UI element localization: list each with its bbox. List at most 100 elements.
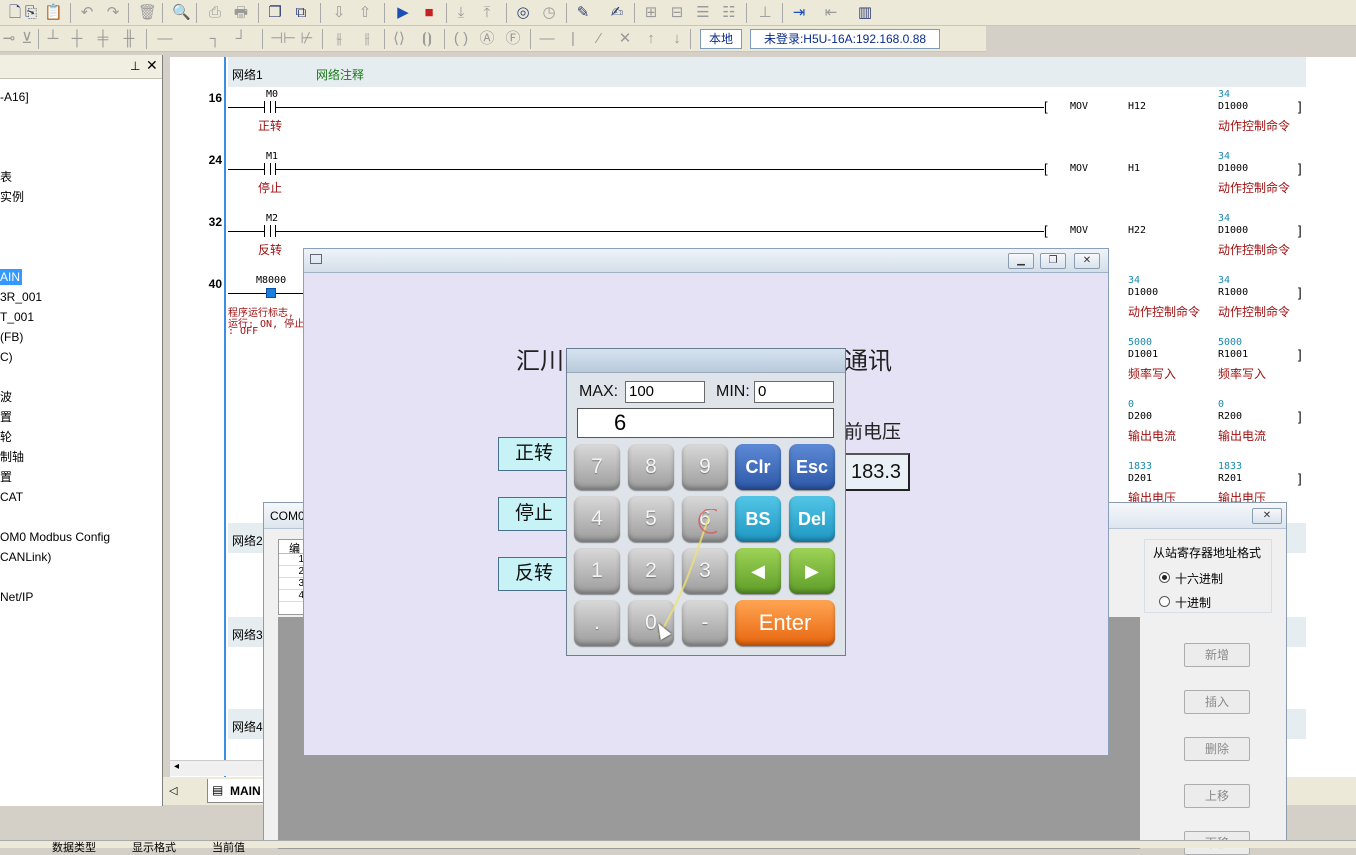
tree-item[interactable]: 表 [0, 169, 12, 185]
arrow-up-icon[interactable]: ↑ [642, 30, 660, 48]
branch-b-icon[interactable]: ┼ [68, 30, 86, 48]
contact-up-icon[interactable]: ⊸ [0, 30, 18, 48]
download-icon[interactable]: ⇩ [330, 4, 348, 22]
tab-main[interactable]: ▤ MAIN [207, 779, 271, 803]
window-export-icon[interactable]: ⧉ [292, 4, 310, 22]
text-a-icon[interactable]: Ⓐ [478, 30, 496, 48]
instruction[interactable]: MOV [1070, 101, 1088, 112]
operand-source[interactable]: D1000 [1128, 287, 1158, 298]
operand-dest[interactable]: R1000 [1218, 287, 1248, 298]
scroll-left-icon[interactable]: ◂ [174, 761, 179, 772]
operand-dest[interactable]: D1000 [1218, 225, 1248, 236]
monitor-icon[interactable]: ◎ [514, 4, 532, 22]
instruction[interactable]: MOV [1070, 225, 1088, 236]
redo-icon[interactable]: ↷ [104, 4, 122, 22]
print-preview-icon[interactable]: ⎙ [206, 4, 224, 22]
coil-no-icon[interactable]: ⊣⊢ [270, 30, 296, 48]
tree-item[interactable]: -A16] [0, 89, 29, 105]
dialog-action-button[interactable]: 删除 [1184, 737, 1250, 761]
contact-symbol[interactable] [264, 101, 276, 113]
cursor-left-key[interactable]: ◀ [735, 548, 781, 594]
hmi-titlebar[interactable]: ▁ ❐ ✕ [304, 249, 1108, 273]
bracket-icon[interactable]: ( ) [452, 30, 470, 48]
tree-item[interactable]: 波 [0, 389, 12, 405]
edit-icon[interactable]: ✎ [574, 4, 592, 22]
text-f-icon[interactable]: Ⓕ [504, 30, 522, 48]
format-radio[interactable] [1159, 596, 1170, 607]
align-a-icon[interactable]: ☰ [694, 4, 712, 22]
align-b-icon[interactable]: ☷ [720, 4, 738, 22]
close-button[interactable]: ✕ [1252, 508, 1282, 524]
tree-item[interactable]: C) [0, 349, 13, 365]
print-icon[interactable]: 🖶 [232, 4, 250, 22]
network-header[interactable]: 网络1 网络注释 [228, 57, 1306, 87]
undo-icon[interactable]: ↶ [78, 4, 96, 22]
slash-icon[interactable]: ⁄ [590, 30, 608, 48]
clear-key[interactable]: Clr [735, 444, 781, 490]
operand-dest[interactable]: R1001 [1218, 349, 1248, 360]
operand-source[interactable]: H12 [1128, 101, 1146, 112]
dialog-action-button[interactable]: 插入 [1184, 690, 1250, 714]
dialog-action-button[interactable]: 上移 [1184, 784, 1250, 808]
keypad-titlebar[interactable] [567, 349, 845, 373]
pin-icon[interactable]: ⊥ [130, 59, 140, 73]
paste-icon[interactable]: 📋 [44, 4, 63, 22]
contact-f-icon[interactable]: ⫲ [358, 30, 376, 48]
tree-item[interactable]: 置 [0, 469, 12, 485]
restore-button[interactable]: ❐ [1040, 253, 1066, 269]
tree-item[interactable]: 制轴 [0, 449, 24, 465]
panel-icon[interactable]: ▥ [856, 4, 874, 22]
delete-icon[interactable]: 🗑 [138, 4, 157, 22]
tree-item[interactable]: 轮 [0, 429, 12, 445]
cross-icon[interactable]: ✕ [616, 30, 634, 48]
tree-item[interactable]: AIN [0, 269, 23, 285]
hline-icon[interactable]: — [538, 30, 556, 48]
coil-set-icon[interactable]: ⟨⟩ [390, 30, 408, 48]
line-h-icon[interactable]: — [156, 30, 174, 48]
escape-key[interactable]: Esc [789, 444, 835, 490]
write-icon[interactable]: ✍ [608, 4, 626, 22]
coil-func-icon[interactable]: ⦗⦘ [418, 30, 436, 48]
key-7[interactable]: 7 [574, 444, 620, 490]
copy-icon[interactable]: ⎘ [22, 4, 40, 22]
backspace-key[interactable]: BS [735, 496, 781, 542]
import-icon[interactable]: ⇥ [790, 4, 808, 22]
monitor-stop-icon[interactable]: ◷ [540, 4, 558, 22]
arrow-down-icon[interactable]: ↓ [668, 30, 686, 48]
connection-status-box[interactable]: 未登录:H5U-16A:192.168.0.88 [750, 29, 940, 49]
contact-down-icon[interactable]: ⊻ [18, 30, 36, 48]
vline-icon[interactable]: | [564, 30, 582, 48]
dialog-action-button[interactable]: 新增 [1184, 643, 1250, 667]
operand-dest[interactable]: D1000 [1218, 163, 1248, 174]
line-corner-a-icon[interactable]: ┐ [206, 30, 224, 48]
branch-d-icon[interactable]: ╫ [120, 30, 138, 48]
download-plc-icon[interactable]: ⤓ [452, 4, 470, 22]
tree-item[interactable]: CAT [0, 489, 23, 505]
tab-scroll-left-icon[interactable]: ◁ [169, 784, 177, 797]
contact-active-marker[interactable] [266, 288, 276, 298]
tree-item[interactable]: CANLink) [0, 549, 51, 565]
operand-source[interactable]: H22 [1128, 225, 1146, 236]
grid-a-icon[interactable]: ⊞ [642, 4, 660, 22]
stop-icon[interactable]: ■ [420, 4, 438, 22]
location-box[interactable]: 本地 [700, 29, 742, 49]
tree-item[interactable]: Net/IP [0, 589, 33, 605]
upload-plc-icon[interactable]: ⤒ [478, 4, 496, 22]
tree-icon[interactable]: ⊥ [756, 4, 774, 22]
operand-source[interactable]: D1001 [1128, 349, 1158, 360]
operand-dest[interactable]: D1000 [1218, 101, 1248, 112]
operand-dest[interactable]: R200 [1218, 411, 1242, 422]
delete-key[interactable]: Del [789, 496, 835, 542]
tree-item[interactable]: (FB) [0, 329, 23, 345]
minimize-button[interactable]: ▁ [1008, 253, 1034, 269]
reverse-button[interactable]: 反转 [498, 557, 570, 591]
run-icon[interactable]: ▶ [394, 4, 412, 22]
close-icon[interactable]: ✕ [146, 57, 158, 74]
cursor-right-key[interactable]: ▶ [789, 548, 835, 594]
branch-c-icon[interactable]: ╪ [94, 30, 112, 48]
contact-symbol[interactable] [264, 163, 276, 175]
upload-icon[interactable]: ⇧ [356, 4, 374, 22]
decimal-key[interactable]: . [574, 600, 620, 646]
format-option-label[interactable]: 十六进制 [1175, 570, 1223, 587]
key-8[interactable]: 8 [628, 444, 674, 490]
